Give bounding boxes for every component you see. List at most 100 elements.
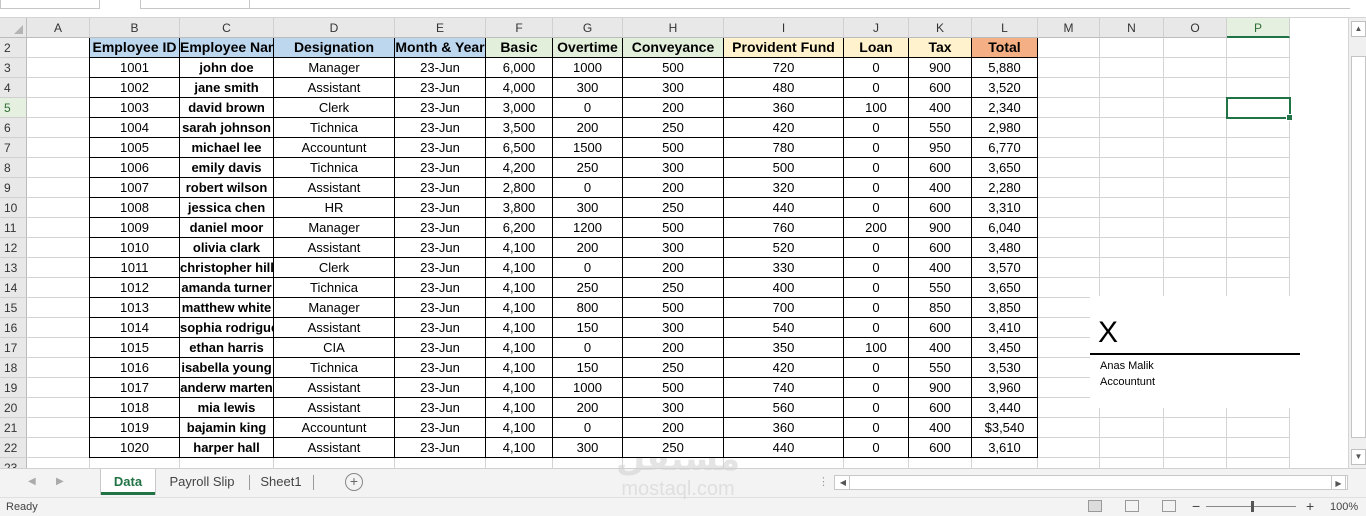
column-header-m[interactable]: M — [1038, 18, 1100, 38]
table-cell[interactable]: 1200 — [553, 218, 623, 238]
table-cell[interactable]: 4,100 — [486, 318, 553, 338]
cell[interactable] — [1038, 118, 1100, 138]
row-header-23[interactable]: 23 — [0, 458, 27, 468]
table-cell[interactable]: 3,480 — [972, 238, 1038, 258]
cell[interactable] — [27, 98, 90, 118]
cell[interactable] — [1038, 458, 1100, 468]
table-header-cell[interactable]: Employee Name — [180, 38, 274, 58]
tab-sheet1[interactable]: Sheet1 — [254, 469, 308, 495]
table-cell[interactable]: 23-Jun — [395, 378, 486, 398]
active-cell-selection[interactable] — [1226, 97, 1293, 121]
table-cell[interactable]: 3,450 — [972, 338, 1038, 358]
table-cell[interactable]: 200 — [623, 98, 724, 118]
cell[interactable] — [486, 458, 553, 468]
table-header-cell[interactable]: Basic — [486, 38, 553, 58]
cell[interactable] — [27, 198, 90, 218]
cell[interactable] — [1164, 258, 1227, 278]
table-cell[interactable]: 760 — [724, 218, 844, 238]
table-cell[interactable]: 1006 — [90, 158, 180, 178]
cell[interactable] — [1227, 258, 1290, 278]
table-cell[interactable]: 0 — [844, 398, 909, 418]
table-cell[interactable]: 3,650 — [972, 158, 1038, 178]
table-cell[interactable]: 23-Jun — [395, 218, 486, 238]
cell[interactable] — [1227, 158, 1290, 178]
table-cell[interactable]: 300 — [623, 238, 724, 258]
table-cell[interactable]: 1010 — [90, 238, 180, 258]
table-cell[interactable]: 3,520 — [972, 78, 1038, 98]
table-cell[interactable]: jane smith — [180, 78, 274, 98]
row-header-5[interactable]: 5 — [0, 98, 27, 118]
cell[interactable] — [27, 258, 90, 278]
page-break-icon[interactable] — [1162, 500, 1176, 512]
table-cell[interactable]: 0 — [844, 278, 909, 298]
cell[interactable] — [1038, 58, 1100, 78]
cell[interactable] — [1100, 138, 1164, 158]
table-cell[interactable]: Assistant — [274, 438, 395, 458]
table-cell[interactable]: emily davis — [180, 158, 274, 178]
table-cell[interactable]: 400 — [909, 338, 972, 358]
cell[interactable] — [1100, 258, 1164, 278]
cell[interactable] — [27, 358, 90, 378]
cell[interactable] — [27, 318, 90, 338]
cell[interactable] — [1100, 418, 1164, 438]
formula-input[interactable] — [250, 0, 1350, 9]
cell[interactable] — [1227, 438, 1290, 458]
table-cell[interactable]: 200 — [553, 398, 623, 418]
table-cell[interactable]: 1000 — [553, 378, 623, 398]
table-cell[interactable]: 600 — [909, 78, 972, 98]
table-cell[interactable]: 1018 — [90, 398, 180, 418]
cell[interactable] — [27, 438, 90, 458]
row-header-22[interactable]: 22 — [0, 438, 27, 458]
zoom-level[interactable]: 100% — [1330, 501, 1358, 513]
cell[interactable] — [1227, 218, 1290, 238]
cell[interactable] — [1038, 218, 1100, 238]
cell[interactable] — [1164, 78, 1227, 98]
table-cell[interactable]: 0 — [553, 178, 623, 198]
table-cell[interactable]: 3,800 — [486, 198, 553, 218]
cell[interactable] — [1164, 238, 1227, 258]
table-cell[interactable]: 500 — [623, 138, 724, 158]
table-cell[interactable]: 0 — [844, 118, 909, 138]
cell[interactable] — [623, 458, 724, 468]
cell[interactable] — [27, 178, 90, 198]
table-cell[interactable]: 4,100 — [486, 258, 553, 278]
table-cell[interactable]: 150 — [553, 318, 623, 338]
table-cell[interactable]: 550 — [909, 118, 972, 138]
table-cell[interactable]: 1020 — [90, 438, 180, 458]
cell[interactable] — [180, 458, 274, 468]
table-cell[interactable]: 23-Jun — [395, 258, 486, 278]
table-cell[interactable]: 800 — [553, 298, 623, 318]
table-cell[interactable]: Tichnica — [274, 118, 395, 138]
table-header-cell[interactable]: Tax — [909, 38, 972, 58]
cell[interactable] — [1100, 218, 1164, 238]
cell[interactable] — [27, 58, 90, 78]
table-cell[interactable]: 0 — [844, 318, 909, 338]
table-cell[interactable]: 1007 — [90, 178, 180, 198]
table-cell[interactable]: Clerk — [274, 258, 395, 278]
table-cell[interactable]: 1016 — [90, 358, 180, 378]
table-cell[interactable]: 3,410 — [972, 318, 1038, 338]
table-cell[interactable]: 23-Jun — [395, 298, 486, 318]
table-cell[interactable]: 23-Jun — [395, 238, 486, 258]
table-cell[interactable]: 200 — [553, 118, 623, 138]
cell[interactable] — [1100, 118, 1164, 138]
cell[interactable] — [27, 118, 90, 138]
table-cell[interactable]: Manager — [274, 218, 395, 238]
cell[interactable] — [972, 458, 1038, 468]
row-header-19[interactable]: 19 — [0, 378, 27, 398]
table-cell[interactable]: 6,200 — [486, 218, 553, 238]
table-cell[interactable]: 6,500 — [486, 138, 553, 158]
table-header-cell[interactable]: Loan — [844, 38, 909, 58]
table-cell[interactable]: 1500 — [553, 138, 623, 158]
table-cell[interactable]: Assistant — [274, 318, 395, 338]
cell[interactable] — [27, 38, 90, 58]
table-cell[interactable]: 300 — [623, 158, 724, 178]
table-cell[interactable]: 1000 — [553, 58, 623, 78]
table-cell[interactable]: mia lewis — [180, 398, 274, 418]
cell[interactable] — [27, 218, 90, 238]
cell[interactable] — [90, 458, 180, 468]
table-header-cell[interactable]: Designation — [274, 38, 395, 58]
table-cell[interactable]: 3,530 — [972, 358, 1038, 378]
scroll-thumb[interactable] — [1351, 56, 1366, 438]
table-cell[interactable]: 1004 — [90, 118, 180, 138]
